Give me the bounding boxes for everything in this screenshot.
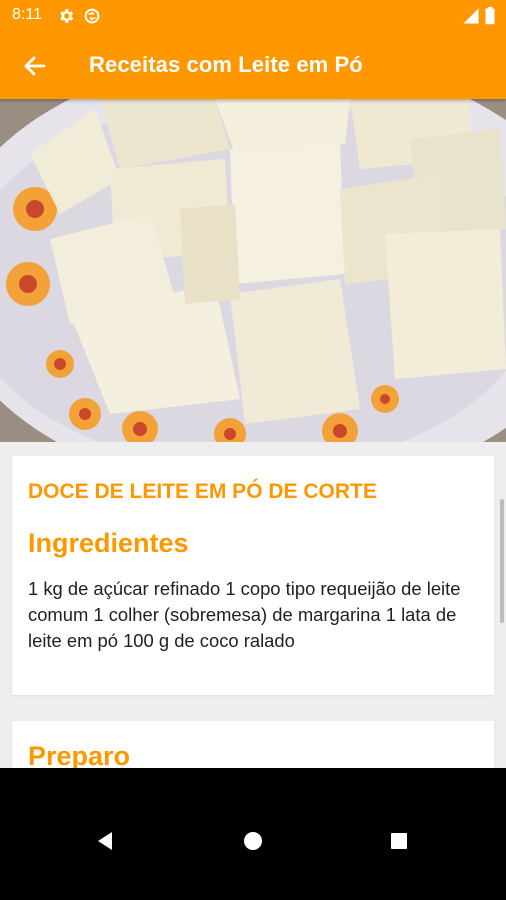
recipe-photo [0, 99, 506, 442]
ingredients-text: 1 kg de açúcar refinado 1 copo tipo requ… [28, 578, 461, 651]
system-navigation-bar [0, 768, 506, 900]
ingredients-card: DOCE DE LEITE EM PÓ DE CORTE Ingrediente… [12, 456, 494, 695]
home-circle-icon[interactable] [240, 828, 266, 854]
recipe-scroll-view[interactable]: DOCE DE LEITE EM PÓ DE CORTE Ingrediente… [0, 99, 506, 768]
recipe-title: DOCE DE LEITE EM PÓ DE CORTE [28, 480, 377, 503]
back-triangle-icon[interactable] [92, 828, 118, 854]
gear-icon [60, 9, 74, 23]
app-toolbar: Receitas com Leite em Pó [0, 32, 506, 99]
preparation-card: Preparo [12, 721, 494, 768]
sync-icon [84, 8, 100, 24]
scrollbar[interactable] [500, 499, 504, 623]
arrow-back-icon[interactable] [20, 51, 50, 81]
sweet-pieces [30, 99, 506, 424]
preparation-heading: Preparo [28, 741, 131, 768]
status-bar: 8:11 [0, 0, 506, 32]
status-time: 8:11 [12, 6, 42, 23]
signal-icon [463, 8, 479, 24]
battery-icon [485, 7, 495, 25]
recents-square-icon[interactable] [386, 828, 412, 854]
toolbar-title: Receitas com Leite em Pó [89, 52, 363, 77]
ingredients-heading: Ingredientes [28, 528, 189, 558]
